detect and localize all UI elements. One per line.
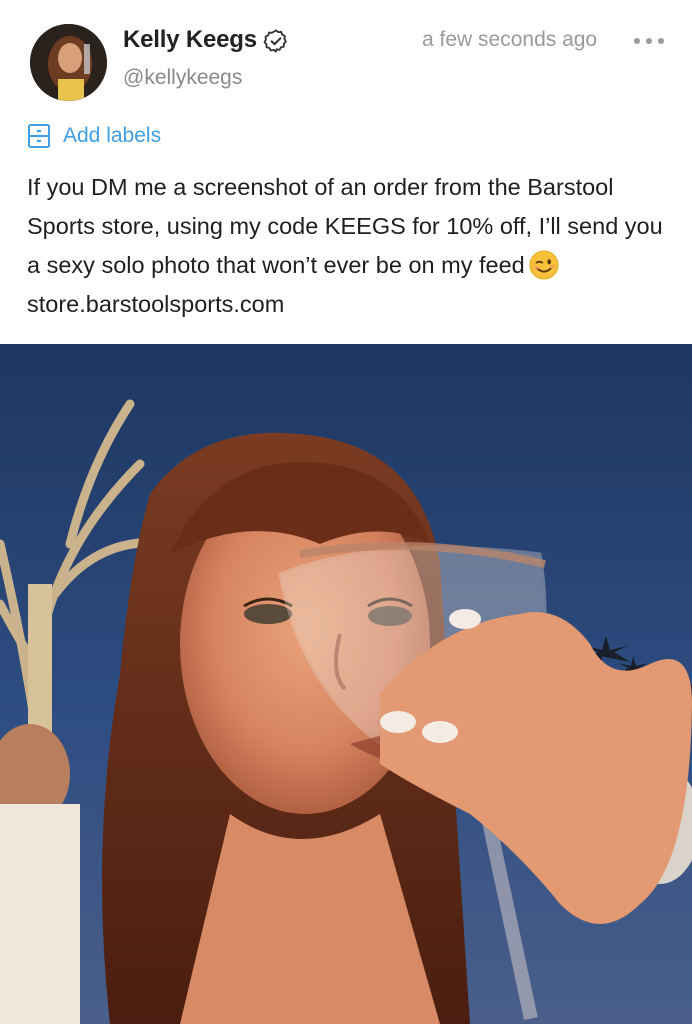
post-text: If you DM me a screenshot of an order fr… <box>27 174 663 278</box>
add-labels-label: Add labels <box>63 124 162 147</box>
more-dot <box>658 38 664 44</box>
post-body: If you DM me a screenshot of an order fr… <box>27 168 667 324</box>
winking-face-icon <box>529 250 559 280</box>
post-header: Kelly Keegs @kellykeegs a few seconds ag… <box>0 0 692 110</box>
avatar[interactable] <box>30 24 107 101</box>
more-dot <box>646 38 652 44</box>
store-link[interactable]: store.barstoolsports.com <box>27 291 284 317</box>
author-handle[interactable]: @kellykeegs <box>123 66 242 90</box>
more-options-icon[interactable] <box>634 32 664 50</box>
add-labels-button[interactable]: Add labels <box>27 121 161 151</box>
verified-badge-icon <box>263 29 287 53</box>
post-photo[interactable] <box>0 344 692 1024</box>
label-icon <box>28 124 50 148</box>
more-dot <box>634 38 640 44</box>
post-timestamp: a few seconds ago <box>422 28 598 51</box>
author-display-name[interactable]: Kelly Keegs <box>123 26 257 54</box>
